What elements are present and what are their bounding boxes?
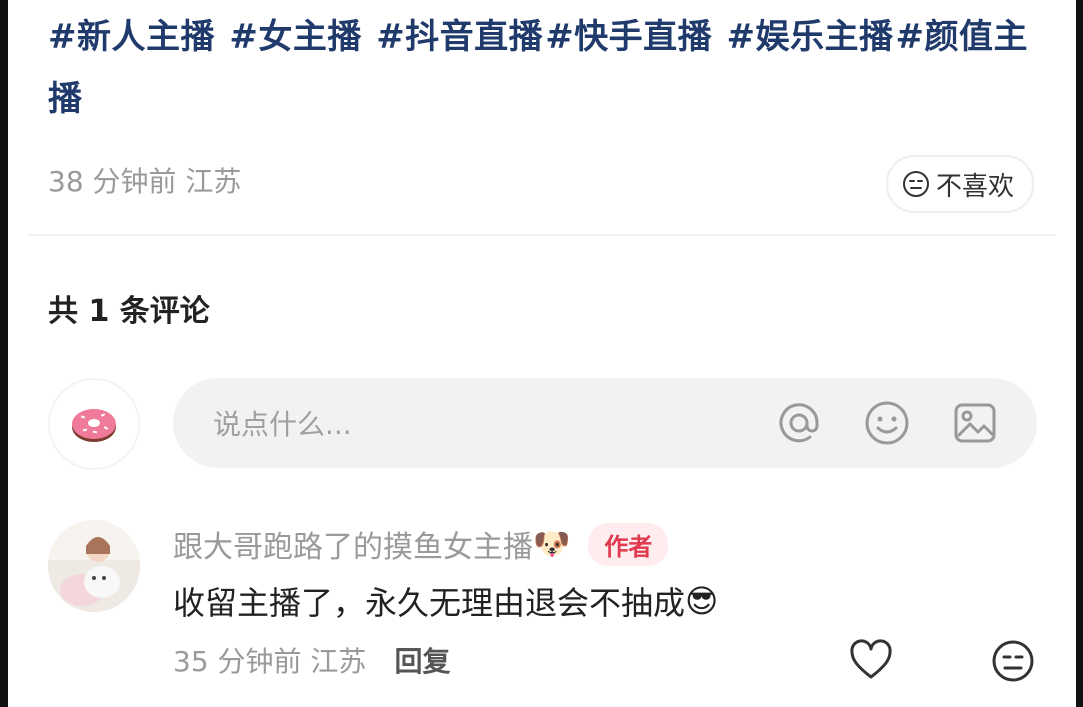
comment-user-row: 跟大哥跑路了的摸鱼女主播 🐶 作者 xyxy=(173,522,669,566)
post-tags: #新人主播 #女主播 #抖音直播#快手直播 #娱乐主播#颜值主播 xyxy=(48,6,1038,130)
heart-icon[interactable] xyxy=(848,638,894,684)
at-icon[interactable] xyxy=(773,397,825,449)
tag-link[interactable]: #娱乐主播 xyxy=(727,17,894,57)
donut-icon xyxy=(72,409,116,442)
comment-time-location: 35 分钟前 江苏 xyxy=(173,645,367,678)
dislike-button[interactable]: 不喜欢 xyxy=(885,155,1034,213)
comment-text-row: 收留主播了，永久无理由退会不抽成 😎 xyxy=(173,578,718,624)
neutral-face-icon xyxy=(902,171,929,197)
comment-count-heading: 共 1 条评论 xyxy=(48,294,210,329)
tag-link[interactable]: #抖音直播 xyxy=(376,17,543,57)
tag-link[interactable]: #女主播 xyxy=(229,17,362,57)
emoji-icon[interactable] xyxy=(861,397,913,449)
comment-dislike-icon[interactable] xyxy=(990,638,1036,684)
dislike-label: 不喜欢 xyxy=(935,171,1014,202)
comment-text: 收留主播了，永久无理由退会不抽成 xyxy=(173,584,686,622)
post-time-location: 38 分钟前 江苏 xyxy=(48,165,242,198)
comment-input-bar[interactable]: 说点什么... xyxy=(173,378,1037,468)
tag-link[interactable]: #快手直播 xyxy=(545,17,712,57)
commenter-username[interactable]: 跟大哥跑路了的摸鱼女主播 xyxy=(173,522,533,566)
image-icon[interactable] xyxy=(949,397,1001,449)
cool-face-emoji-icon: 😎 xyxy=(685,582,719,620)
tag-link[interactable]: #新人主播 xyxy=(48,17,215,57)
author-badge: 作者 xyxy=(588,522,669,566)
comment-meta-row: 35 分钟前 江苏 回复 xyxy=(173,640,450,680)
my-avatar[interactable] xyxy=(50,380,138,468)
commenter-avatar[interactable] xyxy=(48,520,140,612)
comment-input-placeholder[interactable]: 说点什么... xyxy=(213,403,773,443)
post-detail-screen: #新人主播 #女主播 #抖音直播#快手直播 #娱乐主播#颜值主播 38 分钟前 … xyxy=(8,0,1076,707)
divider xyxy=(28,234,1056,236)
dog-emoji-icon: 🐶 xyxy=(533,526,571,562)
reply-button[interactable]: 回复 xyxy=(394,640,450,680)
